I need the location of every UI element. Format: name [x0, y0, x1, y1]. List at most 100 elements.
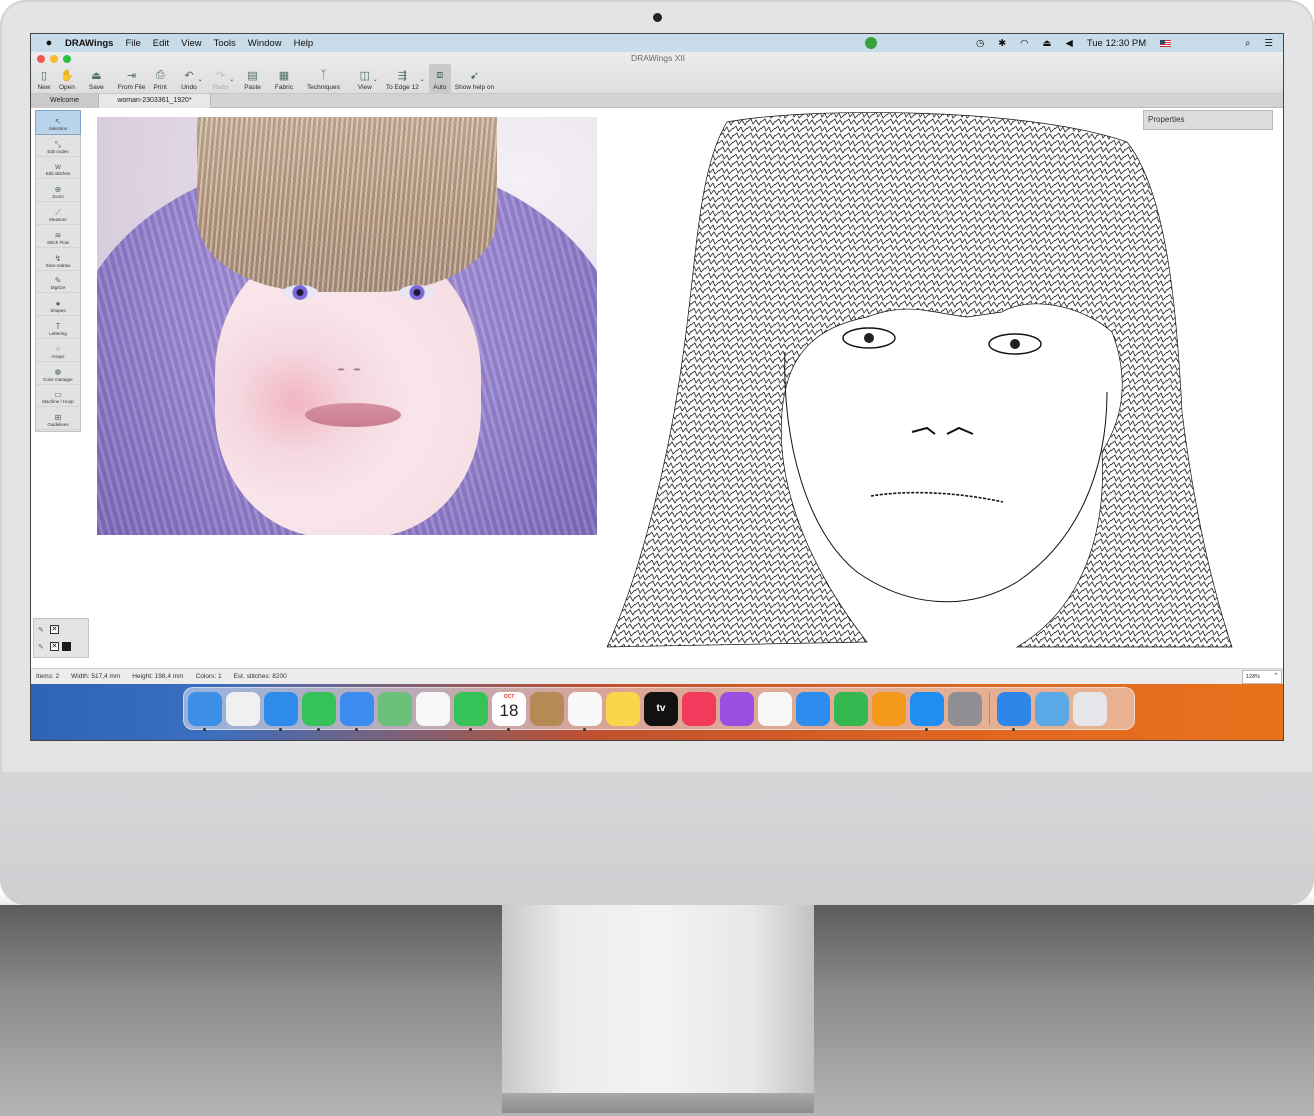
- eject-icon[interactable]: ⏏: [1043, 38, 1052, 49]
- volume-icon[interactable]: ◀: [1066, 38, 1073, 49]
- maps-icon[interactable]: [378, 691, 412, 726]
- no-color-box[interactable]: ✕: [49, 625, 59, 634]
- chevron-down-icon[interactable]: ⌄: [198, 76, 203, 83]
- menu-file[interactable]: File: [125, 38, 140, 49]
- show-help-button[interactable]: ➹ Show help on: [451, 64, 498, 94]
- menu-window[interactable]: Window: [248, 38, 282, 49]
- undo-icon: ↶: [184, 69, 194, 82]
- finder-icon[interactable]: [188, 691, 222, 731]
- menu-help[interactable]: Help: [294, 38, 314, 49]
- time-machine-icon[interactable]: ◷: [976, 38, 984, 49]
- tool-lettering[interactable]: T Lettering: [36, 316, 80, 339]
- menu-view[interactable]: View: [181, 38, 201, 49]
- source-photo[interactable]: [97, 117, 597, 535]
- lettering-icon: T: [55, 321, 61, 331]
- embroidery-sketch[interactable]: [607, 112, 1239, 652]
- paste-button[interactable]: ▤ Paste: [240, 64, 265, 94]
- launchpad-icon[interactable]: [226, 691, 260, 726]
- new-button[interactable]: ▯ New: [33, 64, 55, 94]
- tool-arrays[interactable]: ⁘ Arrays: [36, 339, 80, 362]
- tab-document[interactable]: woman-2303361_1920*: [99, 94, 211, 108]
- status-items: Items: 2: [36, 673, 60, 680]
- downloads-folder-icon[interactable]: [1035, 691, 1069, 726]
- edit-nodes-icon: ⤡: [54, 139, 62, 149]
- properties-panel[interactable]: Properties: [1143, 110, 1273, 130]
- tool-digitize[interactable]: ✎ Digitize: [36, 271, 80, 294]
- tool-zoom[interactable]: ⊕ Zoom: [36, 179, 80, 203]
- tool-slow-redraw[interactable]: ↯ Slow redraw: [36, 248, 80, 271]
- chevron-down-icon[interactable]: ⌄: [373, 76, 378, 83]
- apple-icon[interactable]: ●: [43, 37, 55, 49]
- save-button[interactable]: ⏏ Save: [85, 64, 108, 94]
- chevron-down-icon[interactable]: ⌄: [229, 76, 234, 83]
- menu-edit[interactable]: Edit: [153, 38, 169, 49]
- techniques-button[interactable]: ᛉ Techniques: [303, 64, 344, 94]
- app-store-icon[interactable]: [910, 691, 944, 731]
- contacts-icon[interactable]: [530, 691, 564, 726]
- facetime-icon[interactable]: [454, 691, 488, 731]
- music-icon[interactable]: [682, 691, 716, 726]
- news-icon[interactable]: [758, 691, 792, 726]
- messages-icon[interactable]: [302, 691, 336, 731]
- control-center-icon[interactable]: ☰: [1264, 38, 1273, 49]
- no-color-box[interactable]: ✕: [49, 642, 59, 651]
- screen: ● DRAWings File Edit View Tools Window H…: [30, 33, 1284, 741]
- wifi-icon[interactable]: ◠: [1020, 38, 1028, 49]
- tool-guidelines[interactable]: ⊞ Guidelines: [36, 407, 80, 431]
- desktop-wallpaper: OCT 18 tv: [31, 684, 1283, 740]
- podcasts-icon[interactable]: [720, 691, 754, 726]
- running-indicator: [203, 727, 206, 731]
- tool-measure[interactable]: ⟋ Measure: [36, 202, 80, 225]
- tool-machine-hoop[interactable]: ▭ Machine / Hoop: [36, 385, 80, 408]
- app-menu[interactable]: DRAWings: [65, 38, 113, 49]
- bluetooth-icon[interactable]: ✱: [998, 38, 1006, 49]
- menu-tools[interactable]: Tools: [214, 38, 236, 49]
- notes-icon[interactable]: [606, 691, 640, 726]
- black-color-swatch[interactable]: [61, 642, 71, 651]
- numbers-icon[interactable]: [834, 691, 868, 726]
- spotlight-icon[interactable]: ⌕: [1245, 38, 1250, 49]
- pages-icon[interactable]: [872, 691, 906, 726]
- view-button[interactable]: ◫ View ⌄: [354, 64, 378, 94]
- weather-icon[interactable]: [997, 691, 1031, 731]
- photo-left-eye: [282, 285, 318, 300]
- reminders-icon[interactable]: [568, 691, 602, 731]
- undo-button[interactable]: ↶ Undo ⌄: [177, 64, 203, 94]
- menubar-clock[interactable]: Tue 12:30 PM: [1087, 38, 1146, 49]
- print-button[interactable]: ⎙ Print: [149, 64, 171, 94]
- mail-icon[interactable]: [340, 691, 374, 731]
- keynote-icon[interactable]: [796, 691, 830, 726]
- design-canvas[interactable]: Properties ↖ Selection ⤡ Edit nodes ᴡ Ed…: [31, 108, 1283, 668]
- from-file-button[interactable]: ⇥ From File: [114, 64, 149, 94]
- trash-icon[interactable]: [1073, 691, 1107, 726]
- tool-shapes[interactable]: ● Shapes: [36, 293, 80, 317]
- system-preferences-icon[interactable]: [948, 691, 982, 726]
- redo-button[interactable]: ↷ Redo ⌄: [209, 64, 235, 94]
- chevron-up-icon[interactable]: ⌃: [1273, 671, 1279, 683]
- calendar-icon[interactable]: OCT 18: [492, 691, 526, 731]
- safari-icon[interactable]: [264, 691, 298, 731]
- input-source-flag-icon[interactable]: [1160, 39, 1172, 47]
- tool-edit-stitches[interactable]: ᴡ Edit stitches: [36, 157, 80, 180]
- tool-stitch-flow[interactable]: ≋ Stitch Flow: [36, 225, 80, 248]
- tool-color-manager[interactable]: ❁ Color manager: [36, 362, 80, 385]
- paste-icon: ▤: [247, 69, 258, 82]
- window-titlebar: DRAWings XII ▯ New ✋ Open ⏏ Save ⇥ From …: [31, 52, 1283, 94]
- needle-icon[interactable]: ✎: [38, 643, 44, 651]
- status-app-icon[interactable]: [865, 37, 877, 49]
- tool-selection[interactable]: ↖ Selection: [35, 110, 81, 135]
- tab-welcome[interactable]: Welcome: [31, 94, 99, 108]
- needle-icon[interactable]: ✎: [38, 626, 44, 634]
- selection-icon: ↖: [54, 116, 62, 126]
- zoom-select[interactable]: 128% ⌃: [1242, 670, 1282, 684]
- dock: OCT 18 tv: [183, 687, 1135, 731]
- tool-edit-nodes[interactable]: ⤡ Edit nodes: [36, 134, 80, 157]
- chevron-down-icon[interactable]: ⌄: [420, 76, 425, 83]
- open-button[interactable]: ✋ Open: [55, 64, 79, 94]
- auto-button[interactable]: ⧈ Auto: [428, 64, 451, 94]
- tv-icon[interactable]: tv: [644, 691, 678, 726]
- to-edge-button[interactable]: ⇶ To Edge 12 ⌄: [382, 64, 425, 94]
- status-stitches: Est. stitches: 8200: [233, 673, 287, 680]
- fabric-button[interactable]: ▦ Fabric: [271, 64, 297, 94]
- photos-icon[interactable]: [416, 691, 450, 726]
